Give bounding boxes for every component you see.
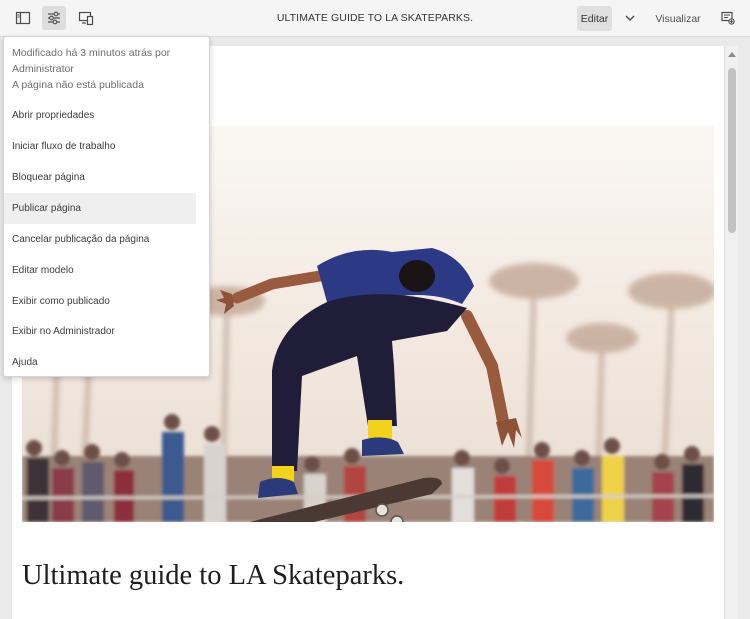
chevron-down-icon xyxy=(625,13,635,25)
emulator-icon[interactable] xyxy=(74,6,98,30)
menu-item-edit-template[interactable]: Editar modelo xyxy=(4,255,196,286)
menu-item-view-as-published[interactable]: Exibir como publicado xyxy=(4,286,196,317)
scrollbar-thumb[interactable] xyxy=(728,68,736,233)
menu-item-unpublish-page[interactable]: Cancelar publicação da página xyxy=(4,224,196,255)
article-heading[interactable]: Ultimate guide to LA Skateparks. xyxy=(22,560,702,592)
scroll-up-arrow-icon[interactable] xyxy=(728,52,736,57)
menu-item-start-workflow[interactable]: Iniciar fluxo de trabalho xyxy=(4,131,196,162)
side-panel-icon[interactable] xyxy=(11,6,35,30)
page-scrollbar[interactable] xyxy=(724,46,738,619)
top-toolbar: ULTIMATE GUIDE TO LA SKATEPARKS. Editar … xyxy=(0,0,750,37)
page-status-info: Modificado há 3 minutos atrás por Admini… xyxy=(12,45,202,93)
preview-button[interactable]: Visualizar xyxy=(652,6,704,31)
page-title: ULTIMATE GUIDE TO LA SKATEPARKS. xyxy=(276,12,474,24)
page-settings-icon[interactable] xyxy=(42,6,66,30)
menu-item-lock-page[interactable]: Bloquear página xyxy=(4,162,196,193)
modified-by-user: Administrator xyxy=(12,63,74,75)
menu-item-help[interactable]: Ajuda xyxy=(4,347,196,378)
page-information-menu: Modificado há 3 minutos atrás por Admini… xyxy=(3,36,210,377)
menu-item-view-in-admin[interactable]: Exibir no Administrador xyxy=(4,316,196,347)
modified-text: Modificado há 3 minutos atrás por xyxy=(12,47,171,59)
menu-item-publish-page[interactable]: Publicar página xyxy=(4,193,196,224)
menu-item-open-properties[interactable]: Abrir propriedades xyxy=(4,100,196,131)
edit-mode-button[interactable]: Editar xyxy=(577,6,612,31)
annotate-icon[interactable] xyxy=(716,6,740,30)
publish-status-text: A página não está publicada xyxy=(12,79,144,91)
mode-dropdown-button[interactable] xyxy=(619,6,641,31)
